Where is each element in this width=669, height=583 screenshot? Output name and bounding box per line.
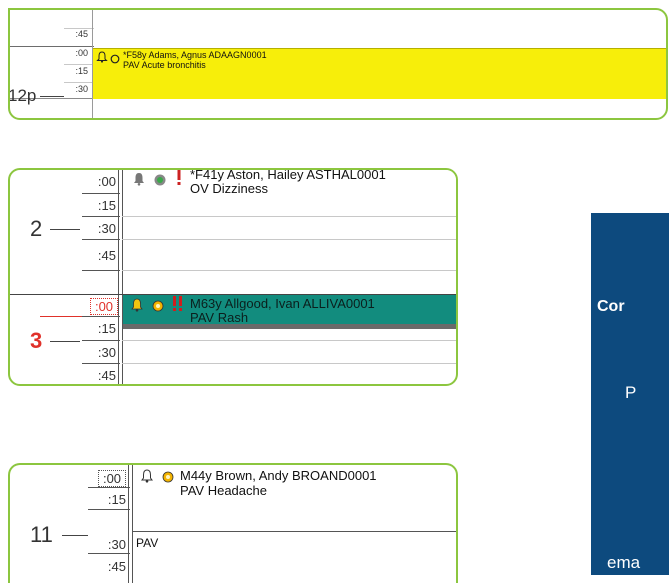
slot-divider: [82, 193, 120, 194]
slot-label: :15: [97, 198, 116, 213]
slot-label: :45: [97, 248, 116, 263]
hour-label: 12p: [8, 86, 37, 105]
slot-label: :15: [107, 492, 126, 507]
slot-label: :30: [107, 537, 126, 552]
slot-label: :15: [75, 66, 88, 76]
slot-label: :15: [97, 321, 116, 336]
promo-heading: Cor: [597, 298, 625, 315]
time-column-divider: [128, 465, 129, 583]
slot-divider: [122, 239, 456, 240]
bell-icon[interactable]: [130, 298, 144, 317]
appointment-entry[interactable]: PAV: [136, 536, 158, 550]
slot-label: :30: [97, 345, 116, 360]
slot-label-current[interactable]: :00: [90, 298, 118, 315]
slot-divider: [82, 270, 120, 271]
hour-marker: [40, 96, 64, 97]
slot-label: :30: [75, 84, 88, 94]
time-column-divider: [132, 465, 133, 583]
hour-label: 2: [30, 216, 43, 241]
slot-divider: [88, 487, 130, 488]
slot-divider: [122, 216, 456, 217]
slot-divider: [88, 553, 130, 554]
appointment-reason-line[interactable]: PAV Acute bronchitis: [123, 60, 206, 70]
slot-divider: [82, 363, 120, 364]
circle-status-icon[interactable]: [110, 51, 120, 69]
current-time-marker: [40, 316, 82, 317]
promo-panel: Cor P ema: [591, 213, 669, 575]
slot-label: :00: [97, 174, 116, 189]
appointment-reason-line[interactable]: OV Dizziness: [190, 181, 268, 196]
appointment-patient-line[interactable]: *F41y Aston, Hailey ASTHAL0001: [190, 170, 386, 182]
slot-label: :30: [97, 221, 116, 236]
slot-divider: [82, 316, 120, 317]
hour-marker: [50, 229, 80, 230]
circle-status-icon[interactable]: [154, 173, 166, 191]
slot-divider: [64, 64, 94, 65]
slot-label: :45: [97, 368, 116, 383]
circle-status-icon[interactable]: [152, 299, 164, 317]
slot-divider: [122, 270, 456, 271]
slot-divider: [132, 531, 456, 532]
schedule-card-noon: :45 :00 :15 :30 12p *F58y Adams, Agnus A…: [8, 8, 668, 120]
slot-divider: [82, 239, 120, 240]
hour-marker: [62, 535, 88, 536]
slot-label: :45: [75, 29, 88, 39]
promo-text: ema: [607, 553, 641, 572]
slot-divider: [64, 82, 94, 83]
appointment-patient-line[interactable]: *F58y Adams, Agnus ADAAGN0001: [123, 50, 267, 60]
promo-text: P: [625, 383, 637, 402]
slot-divider: [122, 363, 456, 364]
slot-divider: [82, 216, 120, 217]
slot-divider: [122, 340, 456, 341]
double-exclamation-icon[interactable]: [172, 296, 184, 317]
hour-marker: [50, 341, 80, 342]
slot-divider: [82, 340, 120, 341]
appointment-patient-line[interactable]: M44y Brown, Andy BROAND0001: [180, 468, 377, 483]
gray-bell-icon[interactable]: [132, 172, 146, 191]
slot-divider: [10, 46, 94, 47]
appointment-shadow: [123, 324, 456, 329]
slot-label-current[interactable]: :00: [98, 470, 126, 487]
bell-icon[interactable]: [96, 50, 108, 68]
slot-label: :00: [75, 48, 88, 58]
bell-icon[interactable]: [140, 469, 154, 488]
circle-status-icon[interactable]: [162, 470, 174, 488]
slot-label: :45: [107, 559, 126, 574]
appointment-patient-line[interactable]: M63y Allgood, Ivan ALLIVA0001: [190, 296, 375, 311]
exclamation-icon[interactable]: [176, 170, 182, 191]
appointment-reason-line[interactable]: PAV Headache: [180, 483, 267, 498]
hour-label-current: 3: [30, 328, 43, 353]
schedule-card-afternoon: :00 :15 :30 :45 2 :00 :15 :30 :45 3 *F41…: [8, 168, 458, 386]
time-column-divider: [118, 170, 119, 384]
slot-divider: [88, 509, 130, 510]
schedule-card-morning: :00 :15 :30 :45 11 M44y Brown, Andy BROA…: [8, 463, 458, 583]
appointment-reason-line[interactable]: PAV Rash: [190, 310, 248, 325]
hour-label: 11: [30, 522, 53, 547]
